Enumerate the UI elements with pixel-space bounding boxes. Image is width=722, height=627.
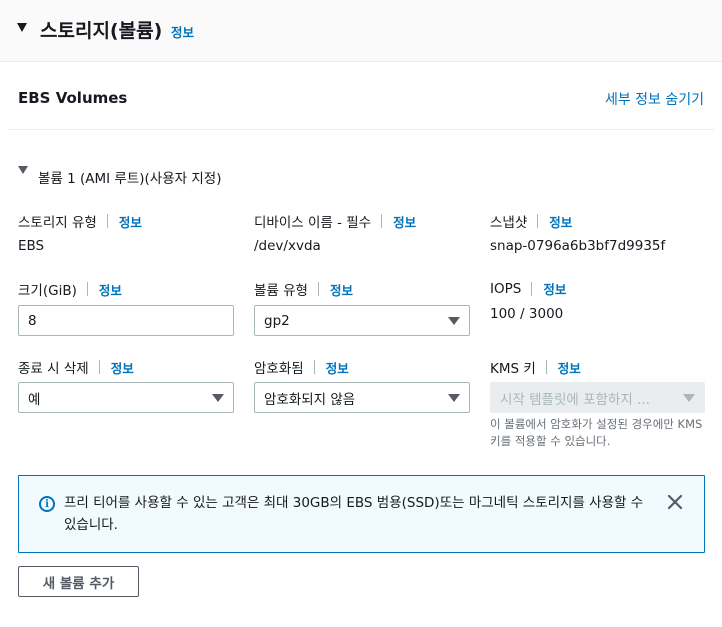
- dropdown-arrow-icon: [212, 393, 224, 402]
- label-separator: [531, 281, 533, 296]
- device-name-label-text: 디바이스 이름 - 필수: [254, 215, 372, 231]
- device-name-value: /dev/xvda: [254, 238, 321, 254]
- kms-key-label: KMS 키 정보: [490, 357, 581, 377]
- size-input[interactable]: 8: [18, 305, 234, 336]
- kms-key-help-text: 이 볼륨에서 암호화가 설정된 경우에만 KMS 키를 적용할 수 있습니다.: [490, 417, 703, 448]
- encrypted-label: 암호화됨 정보: [254, 357, 349, 377]
- label-separator: [317, 282, 319, 296]
- kms-key-placeholder: 시작 템플릿에 포함하지 ...: [500, 391, 650, 408]
- info-icon: i: [39, 496, 55, 512]
- encrypted-label-text: 암호화됨: [254, 361, 304, 377]
- kms-key-info-link[interactable]: 정보: [558, 358, 581, 377]
- label-separator: [537, 214, 539, 228]
- delete-on-termination-label-text: 종료 시 삭제: [18, 361, 89, 377]
- snapshot-label-text: 스냅샷: [490, 215, 528, 231]
- label-separator: [98, 360, 100, 374]
- volume-expand-caret-icon[interactable]: [18, 166, 28, 174]
- divider: [8, 129, 714, 130]
- collapse-caret-icon[interactable]: [17, 23, 27, 32]
- encrypted-info-link[interactable]: 정보: [326, 358, 349, 377]
- snapshot-info-link[interactable]: 정보: [549, 212, 572, 231]
- section-title: 스토리지(볼륨): [40, 20, 163, 42]
- label-separator: [86, 282, 88, 296]
- snapshot-value: snap-0796a6b3bf7d9935f: [490, 238, 666, 254]
- section-info-link[interactable]: 정보: [171, 22, 194, 41]
- storage-type-label: 스토리지 유형 정보: [18, 211, 142, 231]
- delete-on-termination-label: 종료 시 삭제 정보: [18, 357, 134, 377]
- volume-type-info-link[interactable]: 정보: [330, 280, 353, 299]
- kms-key-label-text: KMS 키: [490, 361, 536, 377]
- label-separator: [106, 214, 108, 228]
- label-separator: [313, 360, 315, 374]
- volume-type-selected: gp2: [264, 312, 290, 329]
- delete-on-termination-select[interactable]: 예: [18, 382, 234, 413]
- iops-label: IOPS 정보: [490, 279, 566, 298]
- size-info-link[interactable]: 정보: [99, 280, 122, 299]
- device-name-label: 디바이스 이름 - 필수 정보: [254, 211, 416, 231]
- iops-label-text: IOPS: [490, 280, 522, 297]
- volume-title[interactable]: 볼륨 1 (AMI 루트)(사용자 지정): [38, 167, 221, 187]
- size-input-value: 8: [28, 312, 37, 329]
- encrypted-selected: 암호화되지 않음: [264, 391, 356, 408]
- delete-on-termination-selected: 예: [28, 391, 41, 408]
- section-header: 스토리지(볼륨) 정보: [0, 0, 722, 62]
- label-separator: [545, 360, 547, 374]
- volume-type-label-text: 볼륨 유형: [254, 283, 308, 299]
- free-tier-alert: i 프리 티어를 사용할 수 있는 고객은 최대 30GB의 EBS 범용(SS…: [18, 475, 705, 553]
- volume-type-label: 볼륨 유형 정보: [254, 279, 353, 299]
- device-name-info-link[interactable]: 정보: [393, 212, 416, 231]
- hide-details-link[interactable]: 세부 정보 숨기기: [605, 89, 704, 109]
- dropdown-arrow-icon: [448, 316, 460, 325]
- volume-type-select[interactable]: gp2: [254, 305, 470, 336]
- delete-on-termination-info-link[interactable]: 정보: [111, 358, 134, 377]
- snapshot-label: 스냅샷 정보: [490, 211, 572, 231]
- size-label-text: 크기(GiB): [18, 283, 77, 299]
- encrypted-select[interactable]: 암호화되지 않음: [254, 382, 470, 413]
- storage-type-label-text: 스토리지 유형: [18, 215, 97, 231]
- label-separator: [381, 214, 383, 228]
- ebs-volumes-title: EBS Volumes: [18, 89, 128, 107]
- close-icon[interactable]: [667, 494, 683, 510]
- iops-info-link[interactable]: 정보: [543, 279, 566, 298]
- kms-key-select: 시작 템플릿에 포함하지 ...: [490, 382, 705, 413]
- dropdown-arrow-icon: [683, 393, 695, 402]
- size-label: 크기(GiB) 정보: [18, 279, 122, 299]
- add-volume-button[interactable]: 새 볼륨 추가: [18, 566, 139, 597]
- alert-text: 프리 티어를 사용할 수 있는 고객은 최대 30GB의 EBS 범용(SSD)…: [64, 495, 644, 533]
- iops-value: 100 / 3000: [490, 306, 564, 322]
- dropdown-arrow-icon: [448, 393, 460, 402]
- storage-type-info-link[interactable]: 정보: [119, 212, 142, 231]
- storage-type-value: EBS: [18, 238, 45, 254]
